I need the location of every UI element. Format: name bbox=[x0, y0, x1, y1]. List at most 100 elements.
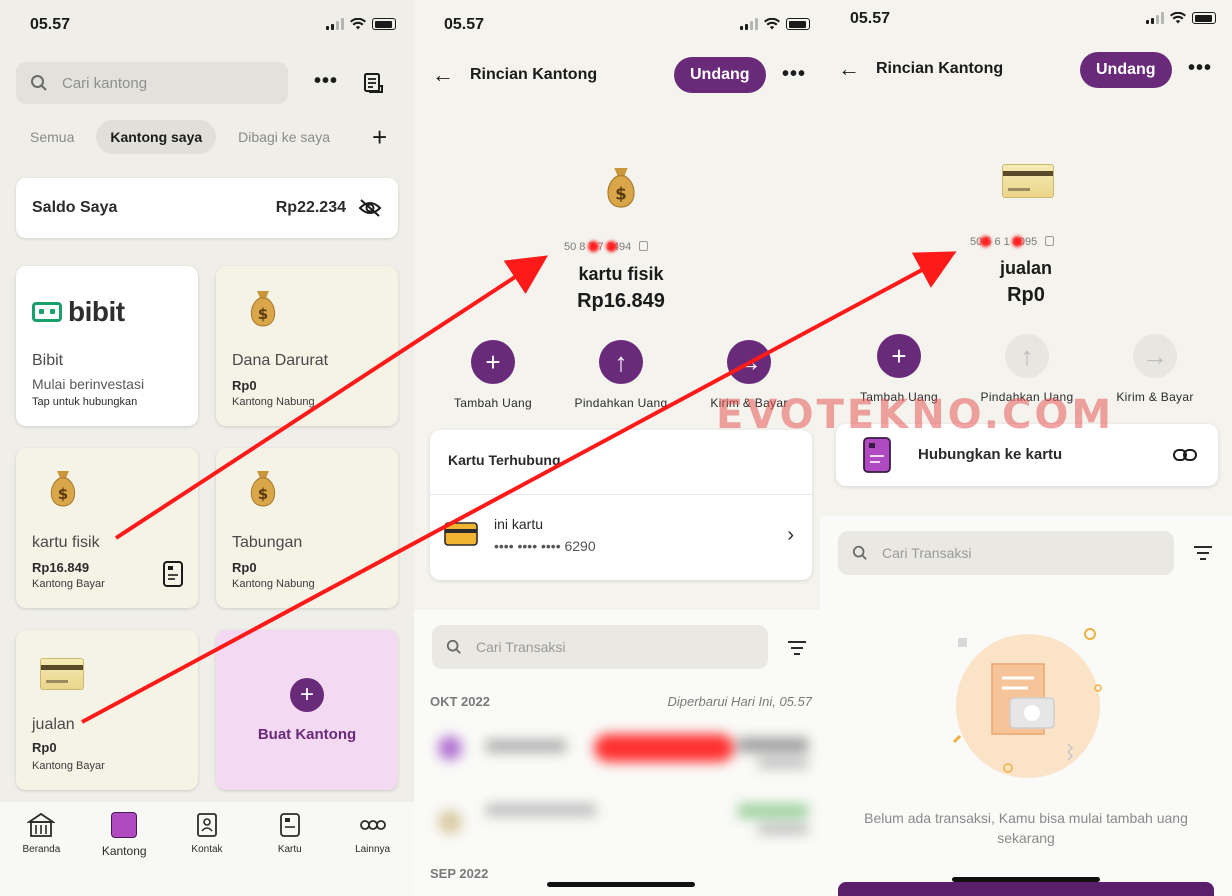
arrow-right-icon: → bbox=[1133, 334, 1177, 378]
search-icon bbox=[31, 75, 47, 91]
money-bag-icon: $ bbox=[607, 168, 635, 208]
linked-card-icon bbox=[163, 561, 183, 587]
pocket-detail-kartu-fisik-screen: 05.57 ← Rincian Kantong Undang ••• $ 50 … bbox=[414, 0, 820, 896]
bibit-mark-icon bbox=[32, 302, 62, 322]
page-title: Rincian Kantong bbox=[876, 60, 1004, 77]
linked-card-row[interactable]: ini kartu •••• •••• •••• 6290 › bbox=[430, 496, 812, 580]
search-placeholder: Cari Transaksi bbox=[476, 639, 566, 655]
action-label: Pindahkan Uang bbox=[574, 396, 668, 410]
action-label: Kirim & Bayar bbox=[1116, 390, 1194, 404]
balance-amount: Rp22.234 bbox=[275, 199, 346, 216]
contact-icon bbox=[197, 813, 217, 837]
more-options-icon[interactable]: ••• bbox=[1188, 57, 1212, 80]
more-options-icon[interactable]: ••• bbox=[782, 63, 806, 86]
move-money-button[interactable]: ↑ Pindahkan Uang bbox=[556, 340, 686, 410]
status-time: 05.57 bbox=[444, 16, 485, 33]
pocket-name: jualan bbox=[32, 716, 75, 733]
pocket-name: kartu fisik bbox=[32, 534, 100, 551]
arrow-up-icon: ↑ bbox=[1005, 334, 1049, 378]
pocket-card-dana-darurat[interactable]: $ Dana Darurat Rp0 Kantong Nabung bbox=[216, 266, 398, 426]
filter-icon[interactable] bbox=[1194, 546, 1212, 560]
invite-button[interactable]: Undang bbox=[674, 57, 766, 93]
pocket-amount: Rp0 bbox=[1007, 284, 1045, 306]
add-money-button[interactable]: + Tambah Uang bbox=[428, 340, 558, 410]
bottom-cta-button[interactable] bbox=[838, 882, 1214, 896]
back-arrow-icon[interactable]: ← bbox=[838, 58, 860, 80]
pocket-card-tabungan[interactable]: $ Tabungan Rp0 Kantong Nabung bbox=[216, 448, 398, 608]
pocket-type: Kantong Nabung bbox=[232, 578, 315, 590]
redaction-mark bbox=[1012, 236, 1023, 247]
bottom-nav: Beranda Kantong Kontak Kartu Lainnya bbox=[0, 802, 414, 896]
hide-balance-icon[interactable] bbox=[358, 198, 382, 218]
updated-timestamp: Diperbarui Hari Ini, 05.57 bbox=[667, 694, 812, 709]
tab-kantong-saya[interactable]: Kantong saya bbox=[96, 120, 217, 154]
pocket-tap-hint: Tap untuk hubungkan bbox=[32, 396, 138, 408]
battery-icon bbox=[1192, 12, 1216, 24]
nav-lainnya[interactable]: Lainnya bbox=[338, 812, 408, 896]
nav-kantong[interactable]: Kantong bbox=[89, 812, 159, 896]
pocket-type: Kantong Bayar bbox=[32, 578, 105, 590]
nav-label: Lainnya bbox=[355, 844, 391, 855]
tab-dibagi-ke-saya[interactable]: Dibagi ke saya bbox=[224, 120, 344, 154]
chevron-right-icon: › bbox=[787, 524, 794, 546]
wifi-icon bbox=[350, 18, 366, 30]
watermark: EVOTEKNO.COM bbox=[716, 392, 1115, 438]
svg-text:$: $ bbox=[258, 485, 268, 503]
create-pocket-button[interactable]: + Buat Kantong bbox=[216, 630, 398, 790]
wifi-icon bbox=[764, 18, 780, 30]
copy-icon[interactable] bbox=[639, 241, 649, 251]
svg-text:$: $ bbox=[615, 183, 627, 203]
pocket-card-jualan[interactable]: jualan Rp0 Kantong Bayar bbox=[16, 630, 198, 790]
redaction-mark bbox=[588, 241, 599, 252]
svg-text:$: $ bbox=[58, 485, 68, 503]
battery-icon bbox=[786, 18, 810, 30]
empty-state-illustration bbox=[952, 628, 1102, 778]
pocket-detail-jualan-screen: 05.57 ← Rincian Kantong Undang ••• 50 5 … bbox=[820, 0, 1232, 896]
more-icon bbox=[359, 820, 386, 830]
plus-icon: + bbox=[471, 340, 515, 384]
card-image-icon bbox=[1002, 164, 1054, 198]
linked-card-title: Kartu Terhubung bbox=[448, 452, 561, 468]
more-options-icon[interactable]: ••• bbox=[314, 70, 338, 93]
money-bag-icon: $ bbox=[250, 291, 276, 327]
nav-label: Kantong bbox=[101, 844, 147, 858]
month-header: SEP 2022 bbox=[430, 866, 489, 881]
nav-beranda[interactable]: Beranda bbox=[6, 812, 76, 896]
pocket-name: Dana Darurat bbox=[232, 352, 329, 369]
status-icons bbox=[326, 18, 396, 30]
card-number: •••• •••• •••• 6290 bbox=[494, 538, 596, 554]
back-arrow-icon[interactable]: ← bbox=[432, 64, 454, 86]
wifi-icon bbox=[1170, 12, 1186, 24]
page-title: Rincian Kantong bbox=[470, 66, 598, 83]
status-time: 05.57 bbox=[850, 10, 891, 27]
money-bag-icon: $ bbox=[250, 471, 276, 507]
status-icons bbox=[740, 18, 810, 30]
balance-card[interactable]: Saldo Saya Rp22.234 bbox=[16, 178, 398, 238]
tab-semua[interactable]: Semua bbox=[16, 120, 88, 154]
status-time: 05.57 bbox=[30, 16, 71, 33]
add-pocket-icon[interactable]: + bbox=[372, 124, 387, 150]
bibit-logo: bibit bbox=[32, 296, 125, 328]
transaction-search-input[interactable]: Cari Transaksi bbox=[432, 625, 768, 669]
invite-button[interactable]: Undang bbox=[1080, 52, 1172, 88]
pocket-amount: Rp16.849 bbox=[32, 560, 90, 575]
history-icon[interactable] bbox=[362, 72, 384, 94]
create-pocket-label: Buat Kantong bbox=[257, 725, 357, 743]
pocket-card-kartu-fisik[interactable]: $ kartu fisik Rp16.849 Kantong Bayar bbox=[16, 448, 198, 608]
action-label: Tambah Uang bbox=[453, 396, 532, 410]
copy-icon[interactable] bbox=[1045, 236, 1055, 246]
link-icon bbox=[1173, 449, 1197, 461]
transaction-search-input[interactable]: Cari Transaksi bbox=[838, 531, 1174, 575]
arrow-up-icon: ↑ bbox=[599, 340, 643, 384]
pocket-card-bibit[interactable]: bibit Bibit Mulai berinvestasi Tap untuk… bbox=[16, 266, 198, 426]
pocket-type: Kantong Nabung bbox=[232, 396, 315, 408]
pocket-amount: Rp0 bbox=[32, 740, 57, 755]
signal-icon bbox=[1146, 12, 1164, 24]
nav-kontak[interactable]: Kontak bbox=[172, 812, 242, 896]
card-name: ini kartu bbox=[494, 516, 544, 532]
battery-icon bbox=[372, 18, 396, 30]
filter-icon[interactable] bbox=[788, 641, 806, 655]
pocket-search-input[interactable]: Cari kantong bbox=[16, 62, 288, 104]
pocket-type: Kantong Bayar bbox=[32, 760, 105, 772]
nav-kartu[interactable]: Kartu bbox=[255, 812, 325, 896]
